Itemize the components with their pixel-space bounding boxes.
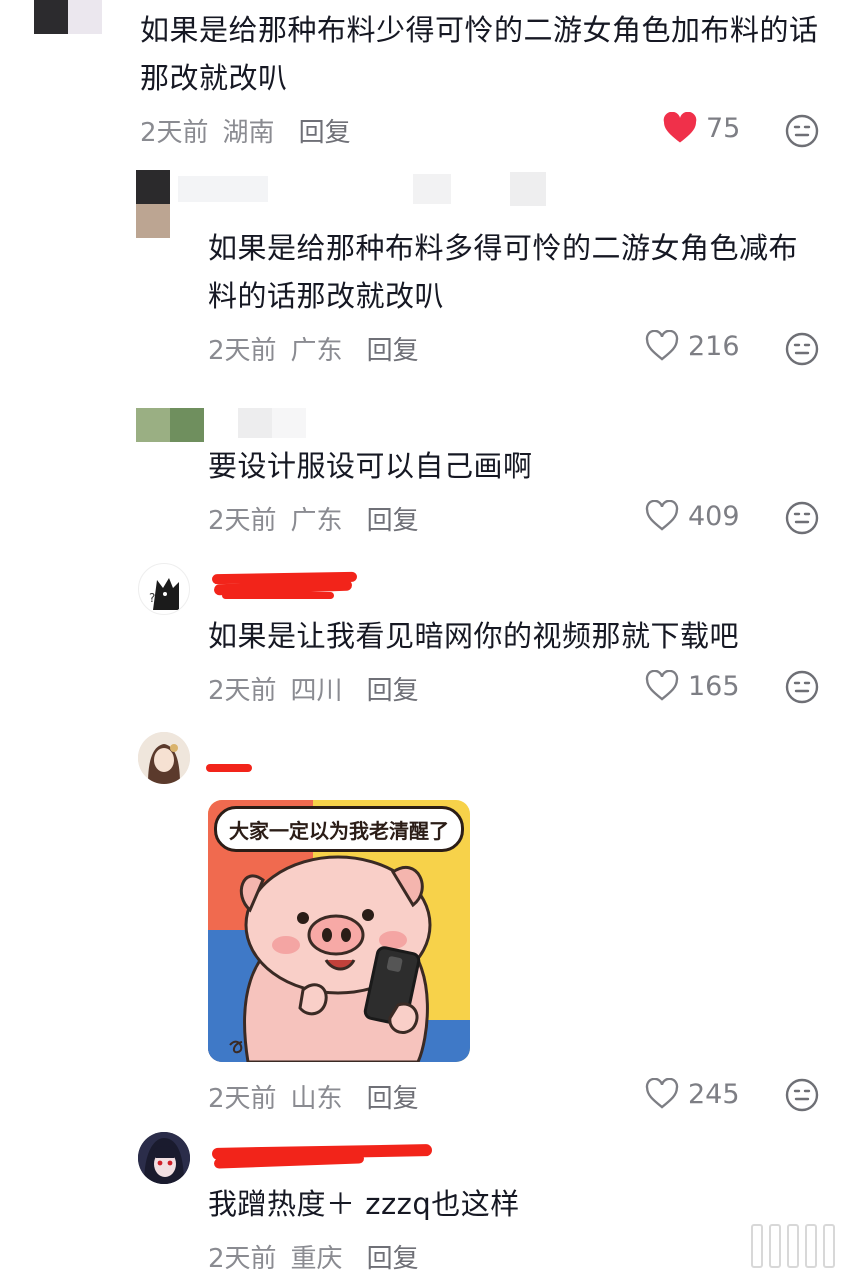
heart-outline-icon [644,1078,680,1110]
comment-time: 2天前 [140,118,209,148]
avatar[interactable]: ? [138,563,190,615]
comment-meta: 2天前 广东 回复 [208,330,419,367]
avatar-pixelated[interactable] [136,408,204,442]
neutral-face-icon[interactable] [785,332,819,366]
comment-location: 山东 [290,1084,343,1114]
comment-location: 湖南 [222,118,275,148]
comment-text: 要设计服设可以自己画啊 [208,449,533,483]
comment-text: 我蹭热度＋ zzzq也这样 [208,1187,520,1221]
comment-text: 如果是给那种布料少得可怜的二游女角色加布料的话那改就改叭 [140,13,819,95]
reply-button[interactable]: 回复 [367,676,419,706]
username-pixelated [238,408,308,438]
svg-text:?: ? [149,591,155,605]
reply-button[interactable]: 回复 [367,1084,419,1114]
comment-time: 2天前 [208,1084,277,1114]
like-count: 409 [688,500,740,532]
avatar[interactable] [138,1132,190,1184]
like-count: 245 [688,1078,740,1110]
comment-time: 2天前 [208,676,277,706]
like-count: 75 [706,112,741,144]
heart-outline-icon [644,500,680,532]
comment-meta: 2天前 湖南 回复 [140,112,351,149]
avatar[interactable] [138,732,190,784]
comment-meta: 2天前 广东 回复 [208,500,419,537]
comment-meta: 2天前 重庆 回复 [208,1238,419,1275]
username-pixelated [178,172,548,206]
heart-outline-icon [644,330,680,362]
comment-time: 2天前 [208,506,277,536]
watermark-bars [751,1224,835,1268]
comment-location: 广东 [290,336,343,366]
like-count: 165 [688,670,740,702]
heart-outline-icon [644,670,680,702]
comment-meta: 2天前 四川 回复 [208,670,419,707]
comment-text: 如果是让我看见暗网你的视频那就下载吧 [208,619,740,653]
redaction-mark [222,592,334,599]
avatar-pixelated[interactable] [136,170,170,238]
comment-location: 广东 [290,506,343,536]
neutral-face-icon[interactable] [785,670,819,704]
neutral-face-icon[interactable] [785,114,819,148]
reply-button[interactable]: 回复 [367,506,419,536]
redaction-mark [206,764,252,772]
comment-meta: 2天前 山东 回复 [208,1078,419,1115]
like-button[interactable]: 216 [644,330,740,362]
sticker-image[interactable]: 大家一定以为我老清醒了 [208,800,470,1062]
like-button[interactable]: 75 [662,112,740,144]
neutral-face-icon[interactable] [785,501,819,535]
like-count: 216 [688,330,740,362]
comment-text: 如果是给那种布料多得可怜的二游女角色减布料的话那改就改叭 [208,231,799,313]
neutral-face-icon[interactable] [785,1078,819,1112]
comment-time: 2天前 [208,1244,277,1274]
comment-time: 2天前 [208,336,277,366]
comment-location: 四川 [290,676,343,706]
reply-button[interactable]: 回复 [367,336,419,366]
like-button[interactable]: 165 [644,670,740,702]
comment-location: 重庆 [290,1244,343,1274]
like-button[interactable]: 245 [644,1078,740,1110]
sticker-caption: 大家一定以为我老清醒了 [214,806,464,852]
like-button[interactable]: 409 [644,500,740,532]
reply-button[interactable]: 回复 [299,118,351,148]
avatar-pixelated[interactable] [34,0,102,34]
reply-button[interactable]: 回复 [367,1244,419,1274]
heart-icon [662,112,698,144]
